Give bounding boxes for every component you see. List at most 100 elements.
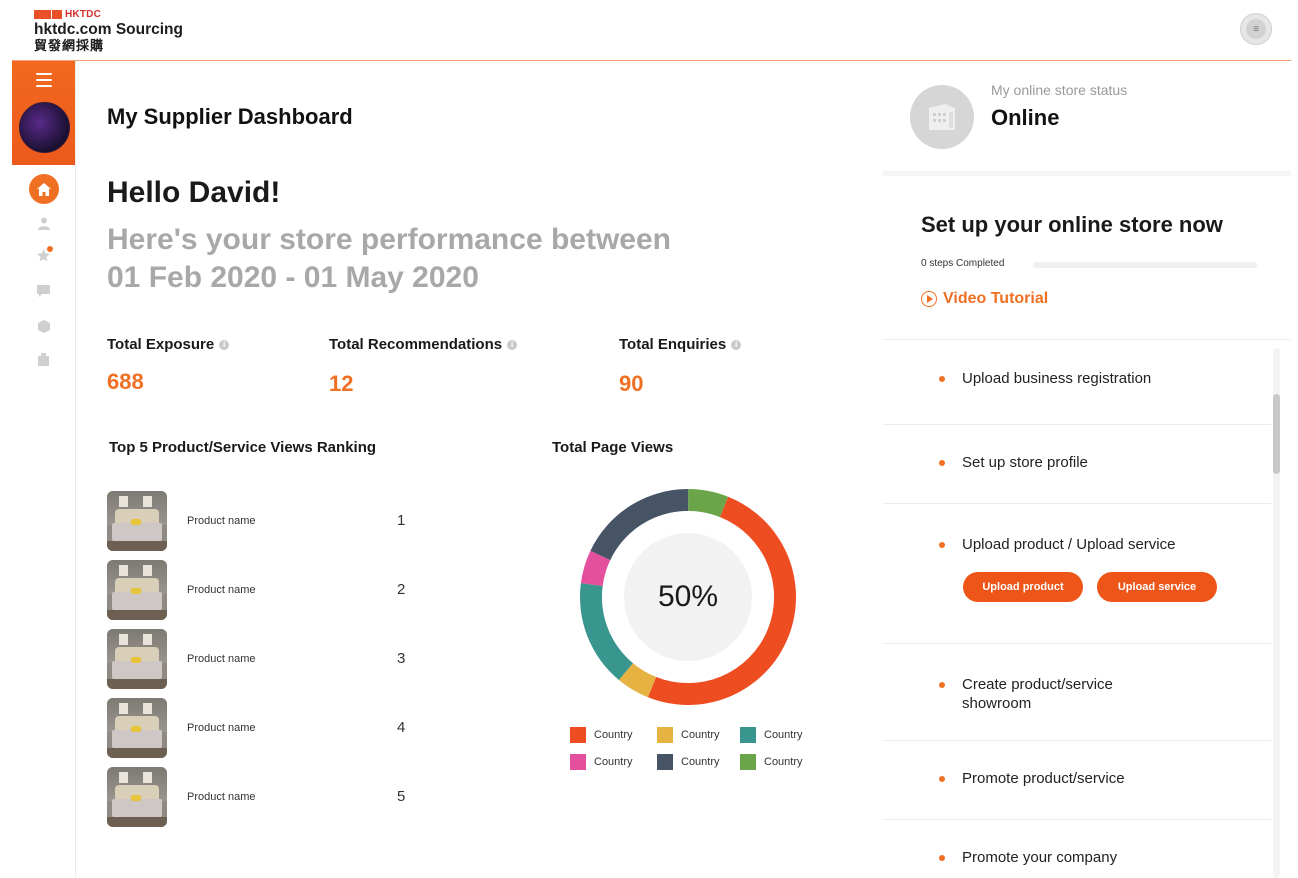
setup-steps-list: Upload business registration Set up stor… [883,340,1271,878]
logo-name-cn: 貿發網採購 [34,38,105,53]
performance-heading: Here's your store performance between 01… [107,221,747,297]
setup-progress-bar [1033,262,1257,268]
product-name: Product name [187,515,256,527]
setup-step[interactable]: Upload business registration [883,340,1271,425]
legend-label: Country [594,756,633,768]
list-item[interactable]: Product name 1 [107,491,427,560]
setup-step-label: Create product/service showroom [962,676,1113,712]
product-name: Product name [187,653,256,665]
setup-step-label: Promote product/service [962,770,1125,787]
setup-step-label: Promote your company [962,849,1118,866]
info-icon[interactable]: i [507,339,518,350]
legend-label: Country [594,729,633,741]
legend-swatch [740,754,756,770]
greeting: Hello David! [107,176,281,209]
hamburger-icon[interactable] [36,73,52,91]
sidebar-item-messages[interactable] [12,285,75,297]
setup-step-label: Upload business registration [962,370,1152,387]
play-icon [921,291,937,307]
legend-swatch [657,754,673,770]
page-title: My Supplier Dashboard [107,104,353,129]
legend-item: Country [570,754,633,770]
list-item[interactable]: Product name 4 [107,698,427,767]
product-name: Product name [187,722,256,734]
store-status-card: My online store status Online [883,61,1291,171]
list-item[interactable]: Product name 2 [107,560,427,629]
user-menu-button[interactable]: ≡ [1240,13,1272,45]
setup-step[interactable]: Set up store profile [883,425,1271,504]
scrollbar-thumb[interactable] [1273,394,1280,474]
upload-service-button[interactable]: Upload service [1097,572,1217,602]
hktdc-flag-icon [34,9,62,19]
legend-item: Country [740,727,803,743]
product-name: Product name [187,584,256,596]
product-rank: 2 [397,581,406,598]
bullet-icon [939,855,945,861]
bullet-icon [939,682,945,688]
sidebar-item-favourites[interactable] [12,246,75,267]
page-views-donut-chart: 50% [578,487,798,707]
right-panel: My online store status Online Set up you… [883,61,1291,878]
user-icon [37,217,50,230]
info-icon[interactable]: i [219,339,230,350]
upload-product-button[interactable]: Upload product [963,572,1083,602]
legend-label: Country [764,756,803,768]
legend-swatch [740,727,756,743]
stat-label: Total Enquiries [619,336,727,353]
building-icon [910,85,974,149]
home-icon [28,174,59,204]
legend-swatch [657,727,673,743]
product-name: Product name [187,791,256,803]
sidebar-header [12,61,75,165]
product-thumbnail [107,698,167,758]
sidebar-item-products[interactable] [12,320,75,333]
menu-icon: ≡ [1246,19,1266,39]
info-icon[interactable]: i [731,339,742,350]
stat-total-enquiries: Total Enquiries i 90 [619,336,742,397]
product-thumbnail [107,560,167,620]
setup-title: Set up your online store now [921,212,1223,237]
steps-completed-text: 0 steps Completed [921,258,1005,269]
stat-label: Total Recommendations [329,336,503,353]
product-thumbnail [107,629,167,689]
sidebar-item-home[interactable] [12,174,75,204]
legend-label: Country [681,729,720,741]
product-rank: 5 [397,788,406,805]
notification-dot [47,246,53,252]
setup-step[interactable]: Create product/service showroom [883,644,1271,741]
performance-line: Here's your store performance between [107,223,671,256]
product-rank: 1 [397,512,406,529]
legend-label: Country [681,756,720,768]
bullet-icon [939,776,945,782]
stat-total-exposure: Total Exposure i 688 [107,336,230,395]
sidebar-item-store[interactable] [12,353,75,366]
setup-step[interactable]: Promote your company [883,820,1271,878]
legend-item: Country [657,754,720,770]
product-thumbnail [107,491,167,551]
list-item[interactable]: Product name 3 [107,629,427,698]
avatar[interactable] [19,102,70,153]
store-icon [38,353,49,366]
stat-value: 12 [329,371,354,396]
bullet-icon [939,542,945,548]
store-status-label: My online store status [991,82,1128,98]
logo-name: hktdc.com Sourcing [34,21,183,38]
legend-item: Country [740,754,803,770]
setup-step[interactable]: Promote product/service [883,741,1271,820]
legend-label: Country [764,729,803,741]
bullet-icon [939,460,945,466]
product-thumbnail [107,767,167,827]
donut-center-label: 50% [624,533,752,661]
hktdc-logo[interactable]: HKTDC hktdc.com Sourcing 貿發網採購 [34,8,183,53]
stat-total-recommendations: Total Recommendations i 12 [329,336,518,397]
chat-icon [37,285,50,297]
sidebar-item-profile[interactable] [12,217,75,230]
video-tutorial-link[interactable]: Video Tutorial [921,290,1048,308]
product-rank: 3 [397,650,406,667]
top-bar: HKTDC hktdc.com Sourcing 貿發網採購 ≡ [12,0,1291,61]
stat-value: 688 [107,369,144,394]
list-item[interactable]: Product name 5 [107,767,427,836]
setup-store-card: Set up your online store now 0 steps Com… [883,176,1291,878]
left-sidebar [12,61,76,878]
store-status-value: Online [991,105,1060,130]
